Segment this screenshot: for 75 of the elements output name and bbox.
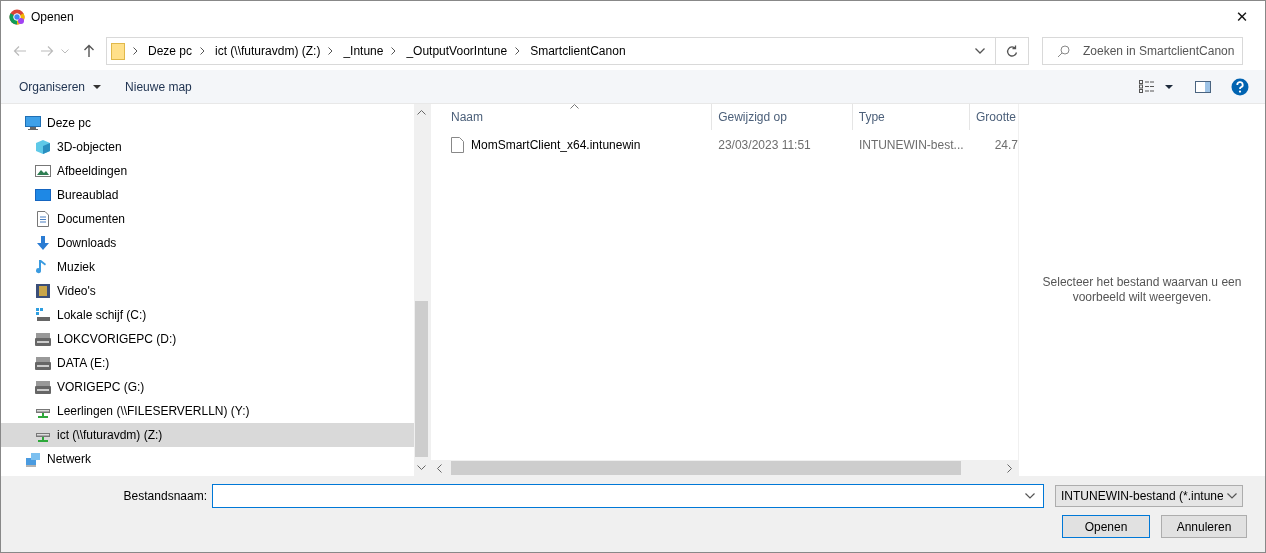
navigation-item[interactable]: Deze pc — [1, 111, 414, 135]
download-arrow-icon — [35, 235, 51, 251]
drive-icon — [35, 331, 51, 347]
drive-icon — [35, 307, 51, 323]
navigation-item[interactable]: Downloads — [1, 231, 414, 255]
preview-pane-icon[interactable] — [1195, 80, 1211, 93]
refresh-icon[interactable] — [1006, 44, 1018, 58]
breadcrumb[interactable]: ict (\\futuravdm) (Z:) — [215, 44, 321, 58]
filename-field[interactable] — [212, 484, 1044, 508]
chevron-down-icon[interactable] — [975, 48, 985, 54]
navigation-item[interactable]: Leerlingen (\\FILESERVERLLN) (Y:) — [1, 399, 414, 423]
sort-caret-icon — [570, 104, 579, 109]
caret-icon[interactable] — [93, 84, 102, 89]
open-button[interactable]: Openen — [1062, 515, 1150, 538]
file-type-dropdown[interactable]: INTUNEWIN-bestand (*.intune — [1055, 485, 1243, 507]
new-folder-button[interactable]: Nieuwe map — [117, 79, 200, 94]
app-icon — [9, 8, 25, 25]
file-size: 24.7 — [994, 138, 1018, 152]
window-title: Openen — [31, 9, 74, 24]
network-icon — [25, 451, 41, 467]
file-icon — [451, 137, 464, 153]
view-options-icon[interactable] — [1139, 80, 1155, 93]
navigation-item[interactable]: Bureaublad — [1, 183, 414, 207]
breadcrumb[interactable]: _OutputVoorIntune — [406, 44, 508, 58]
navigation-item[interactable]: Afbeeldingen — [1, 159, 414, 183]
drive-icon — [35, 355, 51, 371]
up-arrow-icon[interactable] — [83, 44, 95, 58]
chevron-right-icon — [200, 47, 206, 55]
preview-message: Selecteer het bestand waarvan u een voorbeeld wilt weergeven. — [1042, 275, 1242, 305]
navigation-item[interactable]: LOKCVORIGEPC (D:) — [1, 327, 414, 351]
file-type: INTUNEWIN-best... — [858, 138, 964, 152]
help-icon[interactable] — [1231, 77, 1249, 96]
cancel-button[interactable]: Annuleren — [1161, 515, 1247, 538]
navigation-item[interactable]: DATA (E:) — [1, 351, 414, 375]
film-icon — [35, 283, 51, 299]
navigation-item[interactable]: VORIGEPC (G:) — [1, 375, 414, 399]
caret-icon[interactable] — [1165, 84, 1173, 89]
column-header[interactable]: Gewijzigd op — [712, 104, 853, 130]
chevron-down-icon[interactable] — [1025, 493, 1035, 499]
file-name: MomSmartClient_x64.intunewin — [471, 138, 641, 152]
cube-icon — [35, 139, 51, 155]
chevron-right-icon — [133, 47, 138, 55]
navigation-item[interactable]: Lokale schijf (C:) — [1, 303, 414, 327]
organize-menu-button[interactable]: Organiseren — [11, 79, 94, 94]
navigation-item[interactable]: ict (\\futuravdm) (Z:) — [1, 423, 414, 447]
column-header[interactable]: Type — [852, 104, 970, 130]
navigation-item[interactable]: Documenten — [1, 207, 414, 231]
monitor-icon — [25, 115, 41, 131]
breadcrumb[interactable]: SmartclientCanon — [530, 44, 626, 58]
close-button[interactable]: ✕ — [1219, 1, 1265, 32]
desktop-icon — [35, 187, 51, 203]
navigation-item[interactable]: Video's — [1, 279, 414, 303]
folder-icon — [111, 42, 125, 60]
address-bar[interactable]: Deze pc ict (\\futuravdm) (Z:) _Intune _OutputVoorIntune SmartclientCanon — [106, 37, 1029, 65]
drive-icon — [35, 379, 51, 395]
chevron-right-icon — [391, 47, 397, 55]
chevron-right-icon — [328, 47, 334, 55]
navigation-item[interactable]: 3D-objecten — [1, 135, 414, 159]
navigation-item[interactable]: Muziek — [1, 255, 414, 279]
scrollbar-thumb[interactable] — [451, 461, 961, 475]
chevron-right-icon — [515, 47, 521, 55]
scrollbar-thumb[interactable] — [415, 301, 428, 457]
document-icon — [35, 211, 51, 227]
search-field[interactable]: Zoeken in SmartclientCanon — [1042, 37, 1243, 65]
chevron-down-icon — [1227, 493, 1237, 499]
search-icon — [1057, 44, 1070, 58]
filename-label: Bestandsnaam: — [122, 489, 208, 503]
breadcrumb[interactable]: _Intune — [343, 44, 384, 58]
image-icon — [35, 163, 51, 179]
navigation-item[interactable]: Netwerk — [1, 447, 414, 471]
column-header[interactable]: Grootte — [969, 104, 1018, 130]
file-row[interactable]: MomSmartClient_x64.intunewin 23/03/2023 11:51 INTUNEWIN-best... 24.7 — [445, 134, 1018, 156]
column-header[interactable]: Naam — [445, 104, 713, 130]
modified-date: 23/03/2023 11:51 — [718, 138, 811, 152]
breadcrumb[interactable]: Deze pc — [148, 44, 193, 58]
